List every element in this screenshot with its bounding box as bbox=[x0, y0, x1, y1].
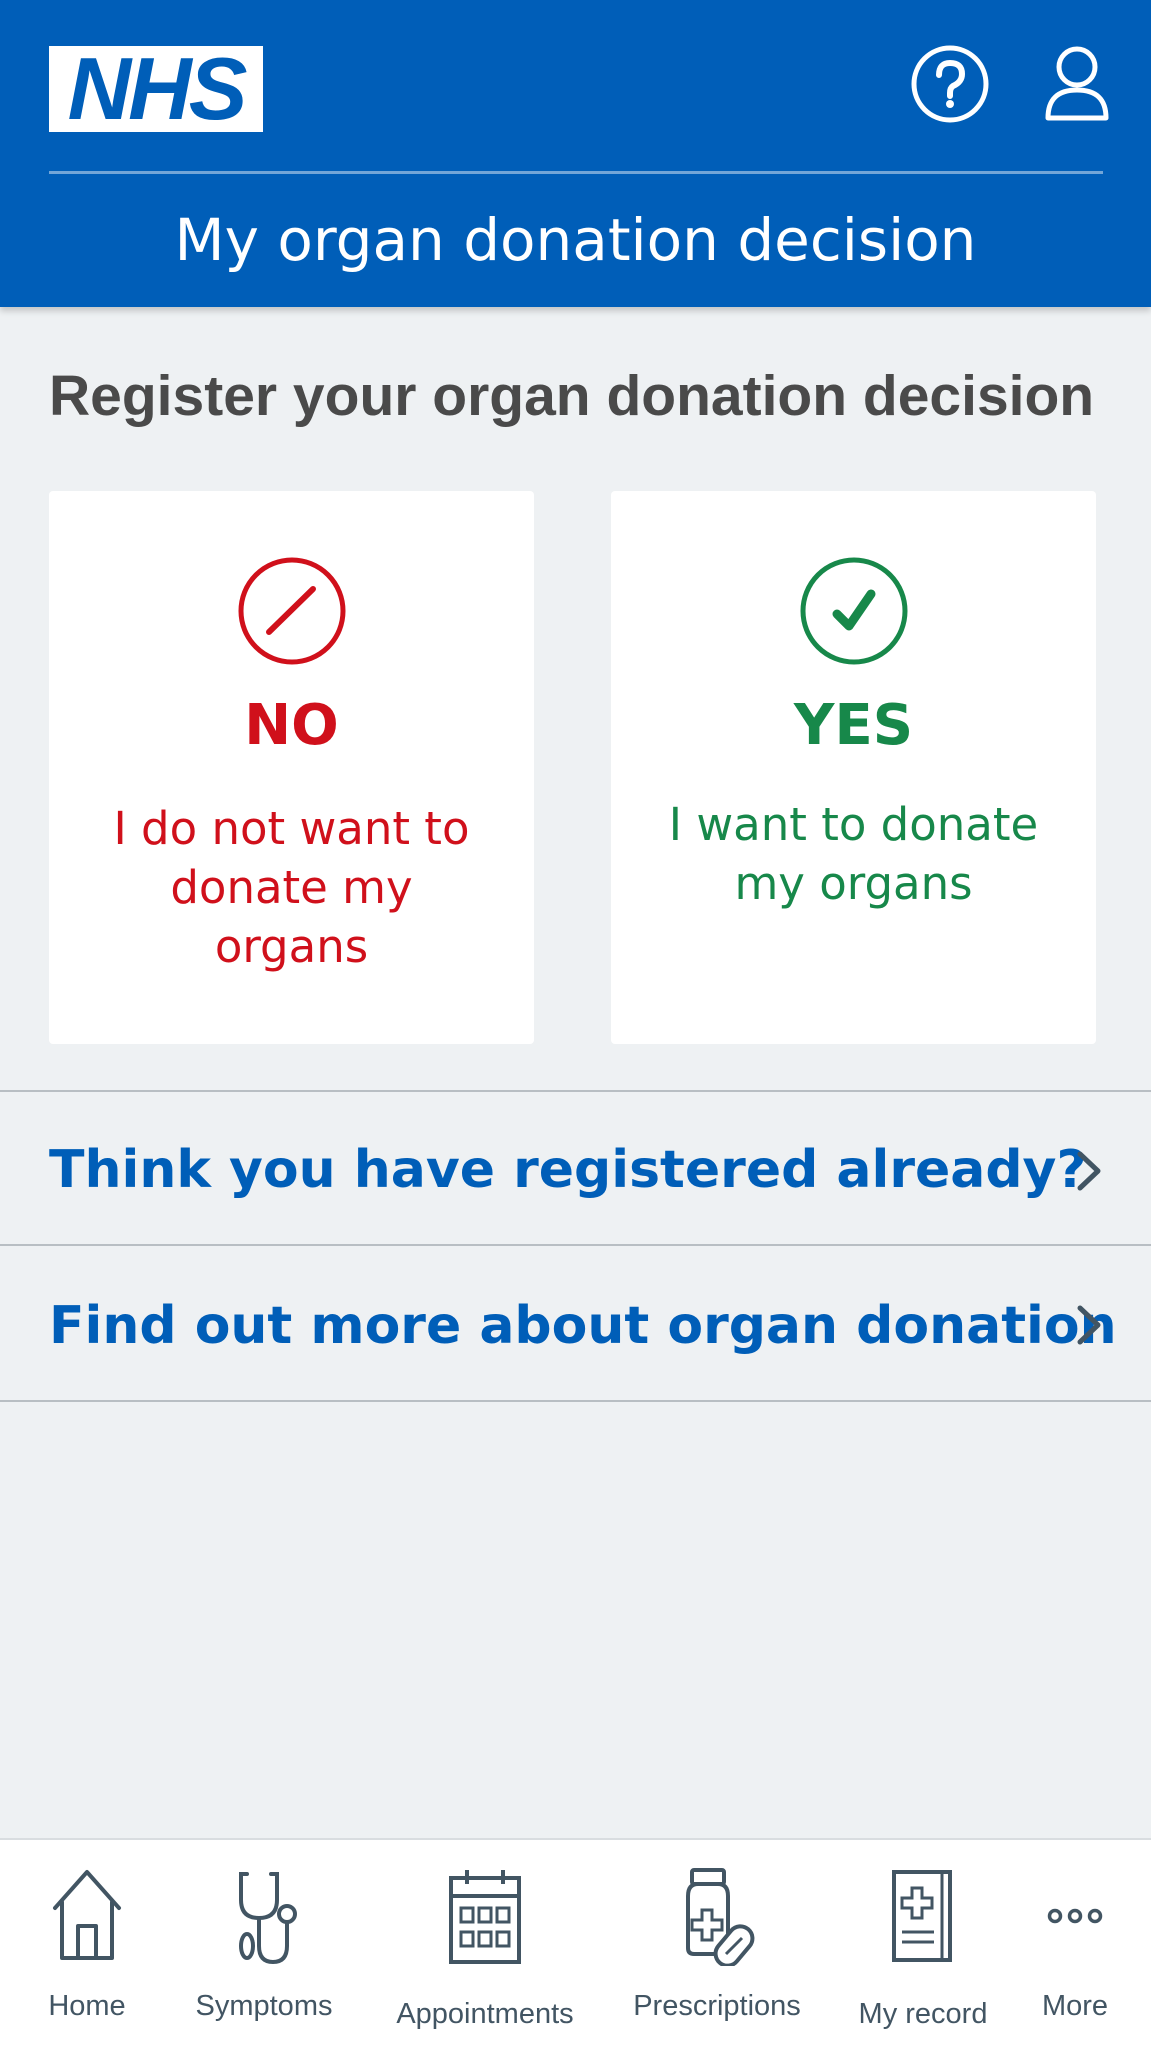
profile-button[interactable] bbox=[1035, 42, 1119, 126]
user-profile-icon bbox=[1045, 46, 1109, 121]
home-icon bbox=[53, 1870, 121, 1960]
find-out-more-label: Find out more about organ donation bbox=[49, 1296, 1117, 1356]
decision-yes-card[interactable]: YES I want to donate my organs bbox=[611, 491, 1096, 1044]
medicine-bottle-icon bbox=[686, 1868, 755, 1966]
page-title: My organ donation decision bbox=[174, 206, 977, 274]
chevron-right-icon bbox=[1077, 1305, 1101, 1345]
decision-no-title: NO bbox=[244, 693, 339, 758]
nav-label-my-record: My record bbox=[858, 1998, 988, 2030]
nhs-logo: NHS bbox=[49, 39, 263, 138]
more-dots-icon bbox=[1047, 1908, 1103, 1924]
chevron-right-icon bbox=[1077, 1151, 1101, 1191]
check-circle-icon bbox=[800, 557, 907, 665]
nhs-logo-text: NHS bbox=[67, 39, 248, 138]
stethoscope-icon bbox=[239, 1872, 297, 1965]
decision-no-description: I do not want to donate my organs bbox=[113, 802, 470, 973]
nav-label-home: Home bbox=[48, 1990, 126, 2022]
nav-item-my-record[interactable]: My record bbox=[848, 1840, 998, 2048]
nav-label-symptoms: Symptoms bbox=[195, 1990, 333, 2022]
registered-already-label: Think you have registered already? bbox=[49, 1140, 1087, 1200]
app-header: NHS My organ donation decision bbox=[0, 0, 1151, 307]
registered-already-link[interactable]: Think you have registered already? bbox=[0, 1090, 1151, 1244]
nav-item-appointments[interactable]: Appointments bbox=[380, 1840, 590, 2048]
help-button[interactable] bbox=[908, 42, 992, 126]
help-circle-icon bbox=[911, 45, 989, 123]
header-divider bbox=[49, 171, 1103, 174]
decision-yes-title: YES bbox=[793, 693, 914, 758]
decision-yes-description: I want to donate my organs bbox=[668, 798, 1039, 910]
calendar-icon bbox=[449, 1870, 521, 1964]
nav-item-symptoms[interactable]: Symptoms bbox=[184, 1840, 344, 2048]
nav-item-home[interactable]: Home bbox=[28, 1840, 146, 2048]
nav-item-more[interactable]: More bbox=[1030, 1840, 1120, 2048]
nav-label-more: More bbox=[1041, 1990, 1109, 2022]
find-out-more-link[interactable]: Find out more about organ donation bbox=[0, 1244, 1151, 1402]
bottom-nav: Home Symptoms Appointments Prescriptions… bbox=[0, 1838, 1151, 2048]
medical-record-icon bbox=[892, 1870, 952, 1962]
no-entry-circle-icon bbox=[238, 557, 345, 665]
nav-label-prescriptions: Prescriptions bbox=[633, 1990, 801, 2022]
nav-label-appointments: Appointments bbox=[396, 1998, 574, 2030]
section-heading: Register your organ donation decision bbox=[49, 364, 1095, 428]
nav-item-prescriptions[interactable]: Prescriptions bbox=[622, 1840, 812, 2048]
decision-no-card[interactable]: NO I do not want to donate my organs bbox=[49, 491, 534, 1044]
